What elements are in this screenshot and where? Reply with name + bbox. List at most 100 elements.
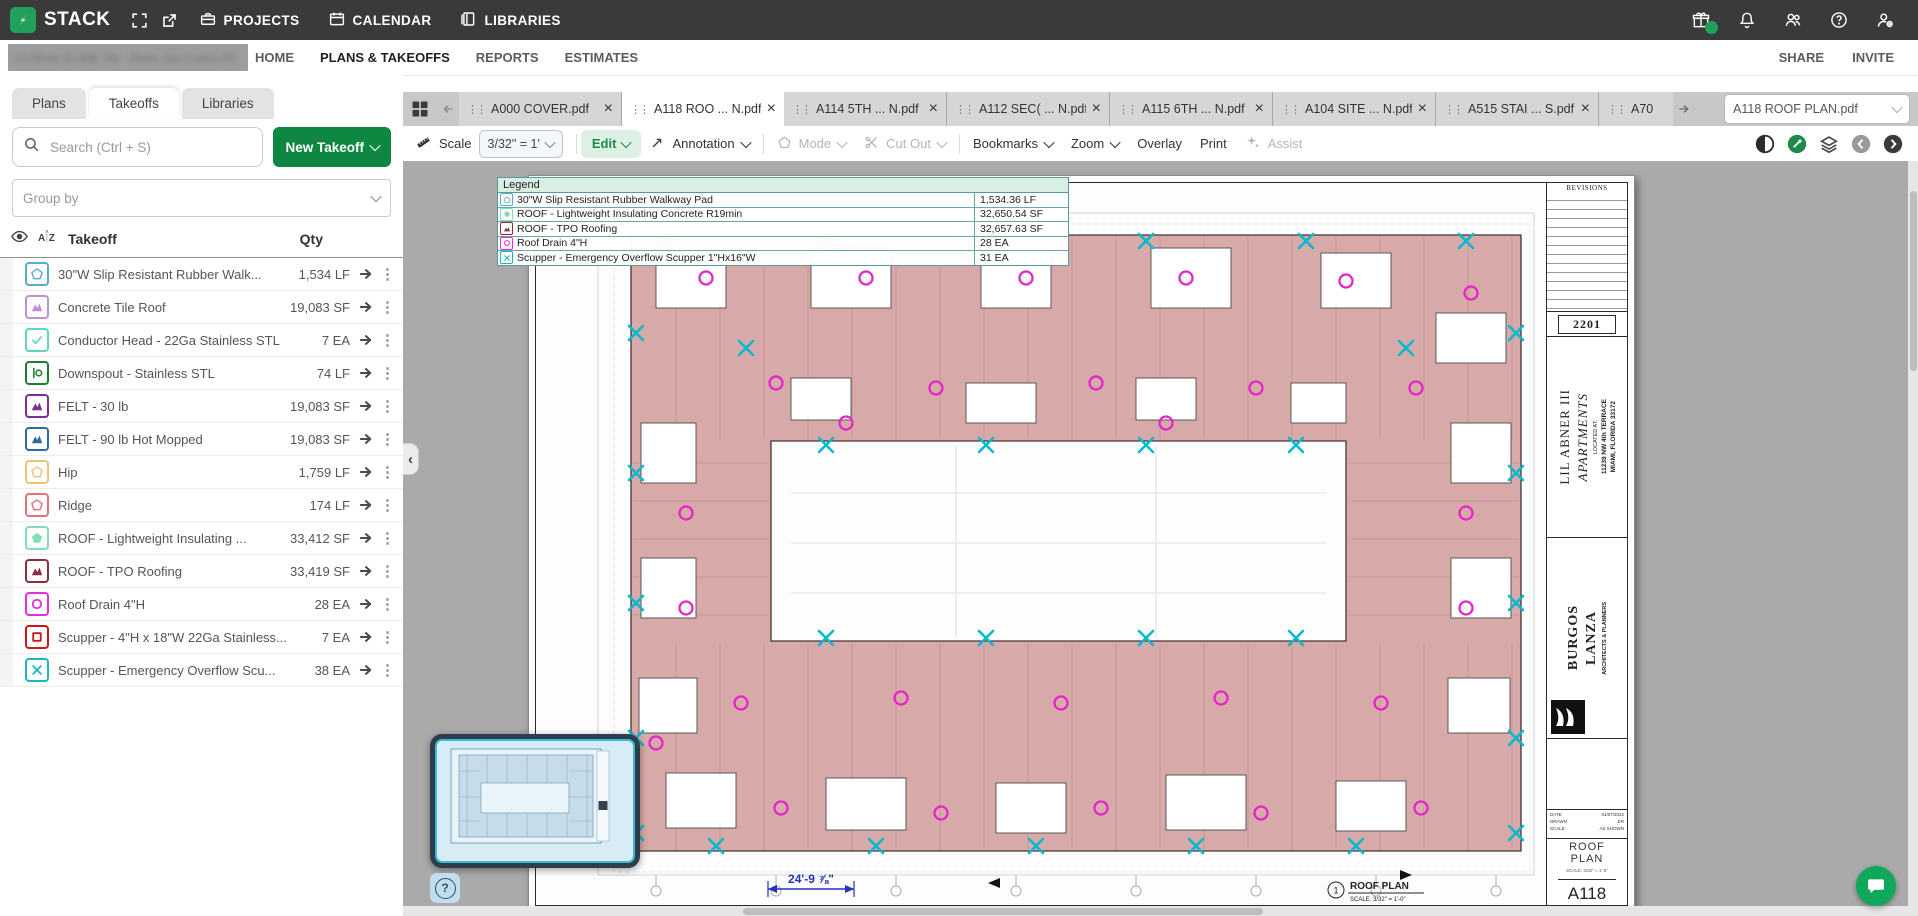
scroll-tabs-right-icon[interactable] xyxy=(1673,92,1695,126)
go-to-takeoff-icon[interactable] xyxy=(359,664,373,676)
close-tab-icon[interactable]: × xyxy=(929,100,938,118)
go-to-takeoff-icon[interactable] xyxy=(359,565,373,577)
bookmarks-button[interactable]: Bookmarks xyxy=(973,136,1055,151)
group-by-select[interactable]: Group by xyxy=(12,179,391,217)
document-tab[interactable]: ⋮⋮ A70 xyxy=(1599,92,1673,126)
nav-plans-takeoffs[interactable]: PLANS & TAKEOFFS xyxy=(320,50,450,65)
takeoff-row[interactable]: FELT - 30 lb 19,083 SF ⋮ xyxy=(0,390,403,423)
edit-mode-button[interactable]: Edit xyxy=(580,129,642,158)
next-page-icon[interactable] xyxy=(1882,133,1904,155)
go-to-takeoff-icon[interactable] xyxy=(359,598,373,610)
row-menu-icon[interactable]: ⋮ xyxy=(380,595,395,613)
row-menu-icon[interactable]: ⋮ xyxy=(380,430,395,448)
go-to-takeoff-icon[interactable] xyxy=(359,400,373,412)
row-menu-icon[interactable]: ⋮ xyxy=(380,463,395,481)
takeoff-row[interactable]: FELT - 90 lb Hot Mopped 19,083 SF ⋮ xyxy=(0,423,403,456)
close-tab-icon[interactable]: × xyxy=(1418,100,1427,118)
close-tab-icon[interactable]: × xyxy=(767,100,776,118)
go-to-takeoff-icon[interactable] xyxy=(359,466,373,478)
new-takeoff-button[interactable]: New Takeoff xyxy=(273,127,391,167)
document-tab[interactable]: ⋮⋮ A515 STAI ... S.pdf × xyxy=(1436,92,1599,126)
zoom-button[interactable]: Zoom xyxy=(1071,136,1121,151)
nav-estimates[interactable]: ESTIMATES xyxy=(565,50,638,65)
drag-handle-icon[interactable]: ⋮⋮ xyxy=(467,103,487,116)
nav-projects[interactable]: PROJECTS xyxy=(199,10,300,31)
stack-logo-icon[interactable] xyxy=(10,7,36,33)
roof-plan-drawing[interactable]: 24'-9 ⅞" 1 ROOF PLAN SCALE: 3/32" = 1'-0… xyxy=(536,183,1546,905)
sidebar-collapse-button[interactable]: ‹ xyxy=(403,443,419,475)
row-menu-icon[interactable]: ⋮ xyxy=(380,562,395,580)
takeoff-row[interactable]: Ridge 174 LF ⋮ xyxy=(0,489,403,522)
takeoff-row[interactable]: ROOF - TPO Roofing 33,419 SF ⋮ xyxy=(0,555,403,588)
row-menu-icon[interactable]: ⋮ xyxy=(380,661,395,679)
nav-libraries[interactable]: LIBRARIES xyxy=(459,10,560,31)
takeoff-legend[interactable]: Legend 30"W Slip Resistant Rubber Walkwa… xyxy=(497,177,1069,266)
grid-view-icon[interactable] xyxy=(403,92,437,126)
previous-page-icon[interactable] xyxy=(1850,133,1872,155)
chat-button[interactable] xyxy=(1856,866,1896,906)
go-to-takeoff-icon[interactable] xyxy=(359,334,373,346)
document-tab[interactable]: ⋮⋮ A115 6TH ... N.pdf × xyxy=(1110,92,1273,126)
tab-plans[interactable]: Plans xyxy=(12,88,86,119)
go-to-takeoff-icon[interactable] xyxy=(359,532,373,544)
overview-navigator[interactable] xyxy=(430,734,640,868)
go-to-takeoff-icon[interactable] xyxy=(359,631,373,643)
close-tab-icon[interactable]: × xyxy=(1581,100,1590,118)
help-button[interactable]: ? xyxy=(430,873,460,903)
drag-handle-icon[interactable]: ⋮⋮ xyxy=(630,103,650,116)
drag-handle-icon[interactable]: ⋮⋮ xyxy=(1118,103,1138,116)
users-icon[interactable] xyxy=(1778,5,1808,35)
vertical-scrollbar[interactable] xyxy=(1908,161,1918,916)
drag-handle-icon[interactable]: ⋮⋮ xyxy=(1281,103,1301,116)
file-selector-dropdown[interactable]: A118 ROOF PLAN.pdf xyxy=(1724,94,1910,124)
takeoff-row[interactable]: ROOF - Lightweight Insulating ... 33,412 … xyxy=(0,522,403,555)
document-tab[interactable]: ⋮⋮ A114 5TH ... N.pdf × xyxy=(784,92,947,126)
visibility-eye-icon[interactable] xyxy=(10,227,29,251)
go-to-takeoff-icon[interactable] xyxy=(359,499,373,511)
contrast-toggle-icon[interactable] xyxy=(1754,133,1776,155)
gift-icon[interactable] xyxy=(1686,5,1718,35)
share-button[interactable]: SHARE xyxy=(1779,50,1825,65)
fullscreen-icon[interactable] xyxy=(125,5,155,35)
plan-viewer[interactable]: 24'-9 ⅞" 1 ROOF PLAN SCALE: 3/32" = 1'-0… xyxy=(403,161,1918,916)
row-menu-icon[interactable]: ⋮ xyxy=(380,529,395,547)
close-tab-icon[interactable]: × xyxy=(604,100,613,118)
drag-handle-icon[interactable]: ⋮⋮ xyxy=(955,103,975,116)
plan-sheet[interactable]: 24'-9 ⅞" 1 ROOF PLAN SCALE: 3/32" = 1'-0… xyxy=(528,175,1635,913)
go-to-takeoff-icon[interactable] xyxy=(359,268,373,280)
takeoff-tool-icon[interactable] xyxy=(1786,133,1808,155)
scale-value-dropdown[interactable]: 3/32" = 1' xyxy=(478,129,563,158)
document-tab[interactable]: ⋮⋮ A112 SEC( ... N.pdf × xyxy=(947,92,1110,126)
nav-reports[interactable]: REPORTS xyxy=(476,50,539,65)
tab-libraries[interactable]: Libraries xyxy=(181,88,274,119)
takeoff-row[interactable]: Downspout - Stainless STL 74 LF ⋮ xyxy=(0,357,403,390)
drag-handle-icon[interactable]: ⋮⋮ xyxy=(1607,103,1627,116)
row-menu-icon[interactable]: ⋮ xyxy=(380,496,395,514)
invite-button[interactable]: INVITE xyxy=(1852,50,1894,65)
document-tab[interactable]: ⋮⋮ A000 COVER.pdf × xyxy=(459,92,622,126)
takeoff-row[interactable]: Concrete Tile Roof 19,083 SF ⋮ xyxy=(0,291,403,324)
horizontal-scrollbar[interactable] xyxy=(403,906,1908,916)
row-menu-icon[interactable]: ⋮ xyxy=(380,331,395,349)
close-tab-icon[interactable]: × xyxy=(1092,100,1101,118)
row-menu-icon[interactable]: ⋮ xyxy=(380,628,395,646)
takeoff-row[interactable]: Conductor Head - 22Ga Stainless STL 7 EA ⋮ xyxy=(0,324,403,357)
takeoff-row[interactable]: Roof Drain 4"H 28 EA ⋮ xyxy=(0,588,403,621)
sort-az-icon[interactable]: AZ xyxy=(38,228,58,251)
go-to-takeoff-icon[interactable] xyxy=(359,301,373,313)
row-menu-icon[interactable]: ⋮ xyxy=(380,397,395,415)
navigator-viewport[interactable] xyxy=(435,739,635,863)
takeoff-row[interactable]: 30"W Slip Resistant Rubber Walk... 1,534 … xyxy=(0,258,403,291)
bell-icon[interactable] xyxy=(1732,5,1762,35)
close-tab-icon[interactable]: × xyxy=(1255,100,1264,118)
scroll-tabs-left-icon[interactable] xyxy=(437,92,459,126)
print-button[interactable]: Print xyxy=(1200,136,1227,151)
row-menu-icon[interactable]: ⋮ xyxy=(380,298,395,316)
search-input[interactable] xyxy=(48,138,253,156)
overlay-button[interactable]: Overlay xyxy=(1137,136,1182,151)
document-tab[interactable]: ⋮⋮ A104 SITE ... N.pdf × xyxy=(1273,92,1436,126)
annotation-button[interactable]: Annotation xyxy=(650,135,752,153)
help-icon[interactable] xyxy=(1824,5,1854,35)
layers-icon[interactable] xyxy=(1818,133,1840,155)
open-external-icon[interactable] xyxy=(155,5,185,35)
